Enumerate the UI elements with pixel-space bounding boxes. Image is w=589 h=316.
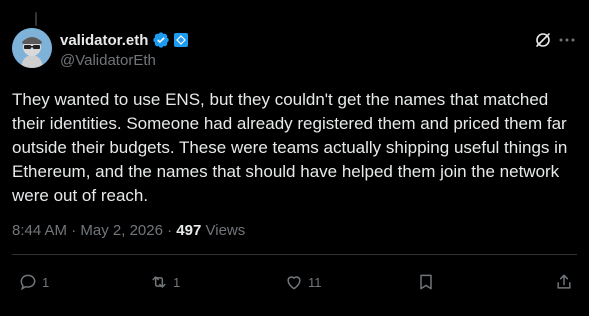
post-header: validator.eth @ValidatorEth	[12, 28, 577, 72]
meta-separator: ·	[71, 222, 77, 239]
bookmark-icon	[420, 274, 432, 290]
like-icon	[287, 276, 301, 290]
reply-icon	[20, 274, 36, 291]
divider	[12, 254, 577, 255]
verified-badge-icon[interactable]	[152, 31, 170, 49]
display-name[interactable]: validator.eth	[60, 32, 148, 49]
post-date[interactable]: May 2, 2026	[80, 222, 163, 239]
repost-count: 1	[173, 274, 181, 290]
share-button[interactable]	[554, 272, 574, 292]
views-label: Views	[205, 222, 246, 239]
thread-line	[35, 12, 37, 26]
repost-button[interactable]: 1	[149, 272, 180, 292]
more-icon[interactable]	[557, 30, 577, 50]
post-time[interactable]: 8:44 AM	[12, 222, 67, 239]
views-count[interactable]: 497	[176, 222, 201, 239]
post-meta: 8:44 AM · May 2, 2026 · 497 Views	[12, 222, 245, 239]
bookmark-button[interactable]	[416, 272, 436, 292]
affiliation-icon[interactable]	[174, 33, 189, 47]
action-bar: 1 1 11	[12, 272, 577, 294]
post-text: They wanted to use ENS, but they couldn'…	[12, 90, 568, 205]
like-button[interactable]: 11	[284, 272, 322, 292]
handle[interactable]: @ValidatorEth	[60, 52, 188, 69]
meta-separator: ·	[167, 222, 173, 239]
share-icon	[557, 274, 571, 289]
reply-count: 1	[42, 274, 50, 290]
like-count: 11	[308, 274, 322, 290]
reply-button[interactable]: 1	[18, 272, 49, 292]
repost-icon	[152, 276, 166, 288]
avatar[interactable]	[12, 28, 52, 68]
grok-icon[interactable]	[533, 30, 553, 50]
